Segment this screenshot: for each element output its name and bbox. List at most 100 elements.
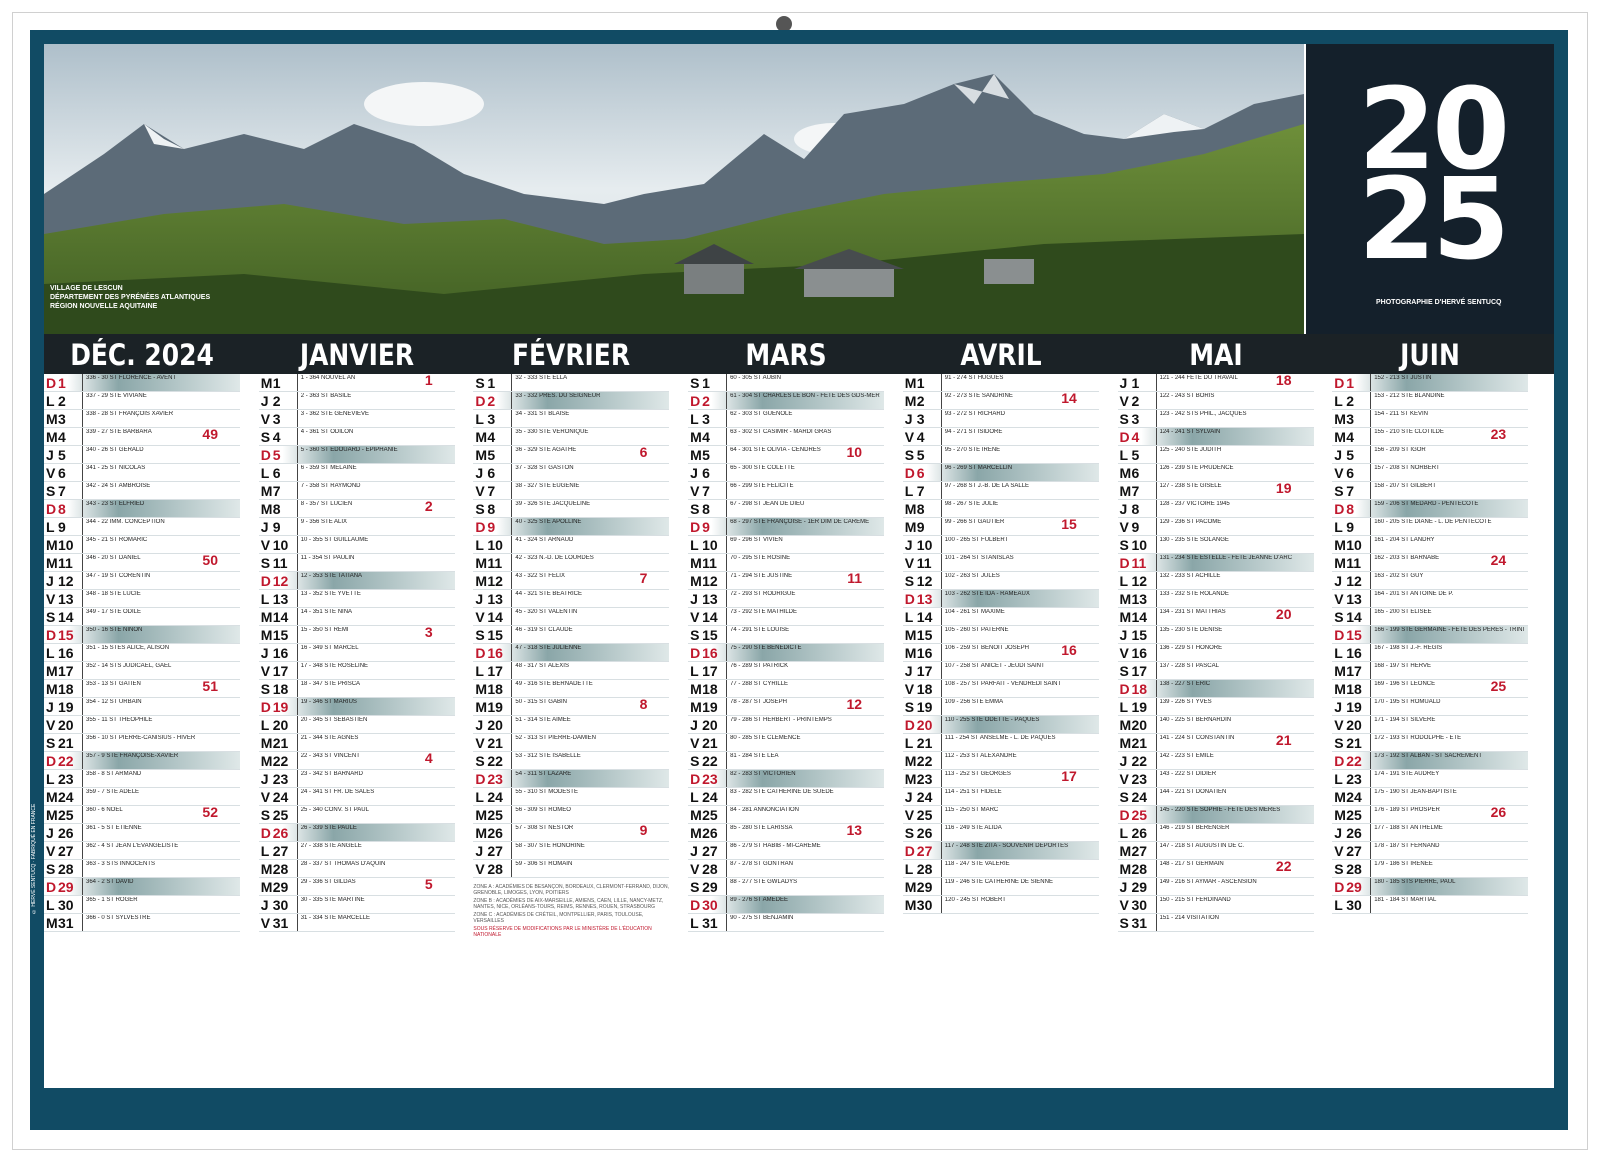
day-divider <box>296 734 298 751</box>
saint-name: 14 - 351 STE NINA <box>300 609 353 615</box>
day-divider <box>726 428 728 445</box>
saint-name: 88 - 277 STE GWLADYS <box>730 879 798 885</box>
day-number: 24 <box>916 789 933 805</box>
day-number: 17 <box>487 663 503 679</box>
day-divider <box>1155 788 1157 805</box>
day-divider <box>82 410 83 427</box>
day-row: J 22 142 - 223 ST ÉMILE <box>1117 752 1314 770</box>
saint-name: 340 - 26 ST GÉRALD <box>86 447 144 453</box>
saint-name: 96 - 269 ST MARCELLIN <box>944 465 1013 471</box>
day-row: M 31 366 - 0 ST SYLVESTRE <box>44 914 240 932</box>
day-divider <box>296 500 298 517</box>
day-divider <box>296 446 298 463</box>
week-number: 10 <box>846 444 863 460</box>
saint-name: 39 - 326 STE JACQUELINE <box>515 501 591 507</box>
day-number: 16 <box>916 645 933 661</box>
day-row: M 4 339 - 27 STE BARBARA 49 <box>44 426 240 446</box>
day-divider <box>940 680 942 697</box>
saint-name: 97 - 268 ST J.-B. DE LA SALLE <box>944 483 1030 489</box>
day-row: S 21 172 - 193 ST RODOLPHE - ÉTÉ <box>1332 734 1529 752</box>
day-number: 25 <box>58 807 74 823</box>
saint-name: 27 - 338 STE ANGÈLE <box>300 843 362 849</box>
day-divider <box>1370 716 1372 733</box>
day-divider <box>511 842 513 859</box>
month-column: J 1 121 - 244 FÊTE DU TRAVAIL 18 V 2 122 - 243… <box>1117 372 1314 932</box>
day-divider <box>940 554 942 571</box>
month-column: D 1 336 - 30 ST FLORENCE - AVENT L 2 337 - 29… <box>44 374 240 932</box>
day-row: V 2 122 - 243 ST BORIS <box>1117 392 1314 410</box>
day-number: 15 <box>702 627 718 643</box>
day-row: S44 - 361 ST ODILON <box>258 428 455 446</box>
day-divider <box>1370 446 1372 463</box>
week-number: 2 <box>424 498 433 514</box>
day-divider <box>511 374 513 391</box>
day-divider <box>1370 788 1372 805</box>
day-number: 31 <box>58 915 74 931</box>
saint-name: 32 - 333 STE ELLA <box>515 375 568 381</box>
day-number: 11 <box>58 555 73 571</box>
day-number: 21 <box>487 735 503 751</box>
day-row: L 23 174 - 191 STE AUDREY <box>1332 770 1529 788</box>
day-row: L 19 139 - 226 ST YVES <box>1117 698 1314 716</box>
day-number: 6 <box>1131 465 1140 481</box>
day-divider <box>940 878 942 895</box>
day-row: J 26 361 - 5 ST ÉTIENNE <box>44 824 240 842</box>
day-divider <box>511 392 513 409</box>
day-row: L 9 344 - 22 IMM. CONCEPTION <box>44 518 240 536</box>
day-row: V 14 73 - 292 STE MATHILDE <box>688 608 885 626</box>
day-number: 31 <box>702 915 718 931</box>
day-divider <box>296 554 298 571</box>
saint-name: 152 - 213 ST JUSTIN <box>1374 375 1432 381</box>
saint-name: 145 - 220 STE SOPHIE - FÊTE DES MÈRES <box>1159 807 1281 813</box>
day-divider <box>82 680 83 697</box>
day-row: L 21 111 - 254 ST ANSELME - L. DE PÂQUES <box>902 734 1099 752</box>
day-divider <box>726 662 728 679</box>
month-title: DÉC. 2024 <box>70 338 214 372</box>
day-row: M 19 78 - 287 ST JOSEPH 12 <box>688 696 885 716</box>
day-divider <box>82 842 83 859</box>
saint-name: 108 - 257 ST PARFAIT - VENDREDI SAINT <box>944 681 1062 687</box>
saint-name: 178 - 187 ST FERNAND <box>1374 843 1440 849</box>
day-number: 3 <box>1346 411 1354 427</box>
day-number: 25 <box>1346 807 1362 823</box>
week-number: 20 <box>1275 606 1292 622</box>
day-row: S 1 32 - 333 STE ELLA <box>473 374 670 392</box>
saint-name: 336 - 30 ST FLORENCE - AVENT <box>86 375 177 381</box>
day-row: M 25 360 - 6 NOËL 52 <box>44 804 240 824</box>
saint-name: 67 - 298 ST JEAN DE DIEU <box>730 501 805 507</box>
day-row: V 28 59 - 306 ST ROMAIN <box>473 860 670 878</box>
saint-name: 159 - 206 ST MÉDARD - PENTECÔTE <box>1374 501 1479 507</box>
day-divider <box>82 860 83 877</box>
day-number: 14 <box>702 609 718 625</box>
day-number: 8 <box>1346 501 1354 517</box>
saint-name: 90 - 275 ST BENJAMIN <box>730 915 794 921</box>
day-number: 13 <box>916 591 933 607</box>
day-number: 17 <box>1131 663 1148 679</box>
day-number: 10 <box>702 537 718 553</box>
saint-name: 172 - 193 ST RODOLPHE - ÉTÉ <box>1374 735 1462 741</box>
day-row: D 30 89 - 276 ST AMÉDÉE <box>688 896 885 914</box>
day-row: M 23 113 - 252 ST GEORGES 17 <box>902 768 1099 788</box>
day-number: 4 <box>58 429 66 445</box>
day-row: D 20 110 - 255 STE ODETTE - PÂQUES <box>902 716 1099 734</box>
day-divider <box>726 878 728 895</box>
day-divider <box>940 482 942 499</box>
day-number: 6 <box>916 465 925 481</box>
day-number: 5 <box>1346 447 1354 463</box>
week-number: 19 <box>1275 480 1292 496</box>
day-divider <box>511 446 513 463</box>
day-number: 13 <box>487 591 503 607</box>
day-divider <box>82 662 83 679</box>
day-divider <box>726 464 728 481</box>
day-row: L66 - 359 ST MELAINE <box>258 464 455 482</box>
day-divider <box>511 860 513 877</box>
day-row: M 18 169 - 196 ST LÉONCE 25 <box>1332 678 1529 698</box>
saint-name: 119 - 246 STE CATHERINE DE SIENNE <box>944 879 1053 885</box>
day-number: 18 <box>1346 681 1362 697</box>
day-number: 13 <box>1346 591 1362 607</box>
day-row: S 5 95 - 270 STE IRÈNE <box>902 446 1099 464</box>
day-row: L 10 41 - 324 ST ARNAUD <box>473 536 670 554</box>
day-divider <box>296 842 298 859</box>
day-number: 21 <box>1346 735 1362 751</box>
day-divider <box>82 878 83 895</box>
